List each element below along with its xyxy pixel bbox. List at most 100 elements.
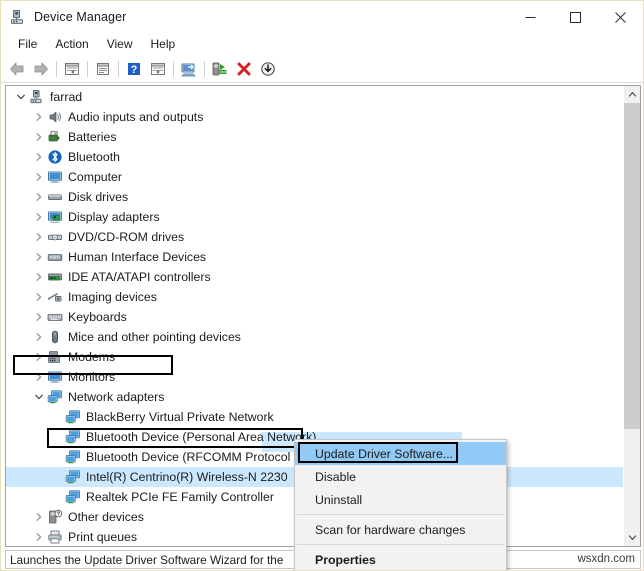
tree-row-label: Keyboards: [68, 310, 131, 324]
tree-row[interactable]: Modems: [6, 347, 623, 367]
chevron-right-icon[interactable]: [31, 329, 47, 345]
tree-row[interactable]: DVD/CD-ROM drives: [6, 227, 623, 247]
tree-row-label: Bluetooth: [68, 150, 124, 164]
chevron-right-icon[interactable]: [31, 209, 47, 225]
tree-row[interactable]: Network adapters: [6, 387, 623, 407]
show-hide-console-tree-icon[interactable]: [60, 58, 84, 80]
toolbar-separator-5: [204, 61, 205, 77]
vertical-scrollbar[interactable]: [623, 86, 640, 546]
tree-row-label: farrad: [50, 90, 86, 104]
maximize-button[interactable]: [553, 1, 598, 33]
tree-row[interactable]: Computer: [6, 167, 623, 187]
chevron-right-icon[interactable]: [31, 269, 47, 285]
battery-icon: [47, 129, 63, 145]
chevron-right-icon[interactable]: [31, 369, 47, 385]
unknown-device-icon: ?: [47, 509, 63, 525]
scan-hardware-changes-icon[interactable]: [177, 58, 201, 80]
update-driver-icon[interactable]: [208, 58, 232, 80]
tree-row[interactable]: Human Interface Devices: [6, 247, 623, 267]
toolbar: ?: [1, 56, 643, 83]
tree-row[interactable]: IDE ATA/ATAPI controllers: [6, 267, 623, 287]
title-bar: Device Manager: [1, 1, 643, 33]
tree-row-root[interactable]: farrad: [6, 87, 623, 107]
context-menu-separator: [297, 544, 504, 545]
close-button[interactable]: [598, 1, 643, 33]
chevron-right-icon[interactable]: [31, 529, 47, 545]
chevron-spacer-icon: [49, 469, 65, 485]
context-menu-item-label: Disable: [315, 470, 356, 484]
context-menu-item[interactable]: Disable: [295, 465, 506, 488]
tree-row[interactable]: Monitors: [6, 367, 623, 387]
chevron-down-icon[interactable]: [31, 389, 47, 405]
action-menu-icon[interactable]: [146, 58, 170, 80]
chevron-right-icon[interactable]: [31, 289, 47, 305]
context-menu-item[interactable]: Update Driver Software...: [295, 442, 506, 465]
tree-row[interactable]: Mice and other pointing devices: [6, 327, 623, 347]
display-adapter-icon: [47, 209, 63, 225]
chevron-right-icon[interactable]: [31, 229, 47, 245]
scroll-track[interactable]: [624, 103, 640, 529]
scroll-thumb[interactable]: [624, 103, 640, 429]
scroll-down-button[interactable]: [624, 529, 640, 546]
uninstall-device-icon[interactable]: [232, 58, 256, 80]
context-menu-item-label: Uninstall: [315, 493, 362, 507]
chevron-right-icon[interactable]: [31, 309, 47, 325]
tree-row[interactable]: Imaging devices: [6, 287, 623, 307]
back-icon[interactable]: [5, 58, 29, 80]
menu-bar: File Action View Help: [1, 33, 643, 56]
menu-help[interactable]: Help: [142, 35, 185, 54]
minimize-button[interactable]: [508, 1, 553, 33]
menu-file[interactable]: File: [9, 35, 46, 54]
tree-row-label: Modems: [68, 350, 119, 364]
tree-row-label: Bluetooth Device (RFCOMM Protocol TDI): [86, 450, 321, 464]
tree-row[interactable]: Batteries: [6, 127, 623, 147]
menu-action[interactable]: Action: [46, 35, 97, 54]
forward-icon[interactable]: [29, 58, 53, 80]
chevron-right-icon[interactable]: [31, 129, 47, 145]
chevron-down-icon[interactable]: [13, 89, 29, 105]
monitor-icon: [47, 369, 63, 385]
watermark: wsxdn.com: [577, 553, 635, 565]
bluetooth-icon: [47, 149, 63, 165]
monitor-icon: [47, 169, 63, 185]
chevron-right-icon[interactable]: [31, 169, 47, 185]
scroll-up-button[interactable]: [624, 86, 640, 103]
context-menu[interactable]: Update Driver Software... Disable Uninstal…: [294, 439, 507, 571]
chevron-right-icon[interactable]: [31, 109, 47, 125]
tree-row[interactable]: Display adapters: [6, 207, 623, 227]
network-adapter-icon: [65, 449, 81, 465]
help-icon[interactable]: ?: [122, 58, 146, 80]
network-adapter-icon: [65, 469, 81, 485]
chevron-right-icon[interactable]: [31, 249, 47, 265]
context-menu-item-label: Properties: [315, 553, 376, 567]
tree-row[interactable]: Bluetooth: [6, 147, 623, 167]
tree-row[interactable]: BlackBerry Virtual Private Network: [6, 407, 623, 427]
context-menu-item[interactable]: Uninstall: [295, 488, 506, 511]
chevron-spacer-icon: [49, 429, 65, 445]
computer-root-icon: [29, 89, 45, 105]
chevron-right-icon[interactable]: [31, 509, 47, 525]
tree-row[interactable]: Audio inputs and outputs: [6, 107, 623, 127]
chevron-right-icon[interactable]: [31, 349, 47, 365]
network-adapter-icon: [65, 489, 81, 505]
window-controls: [508, 1, 643, 33]
tree-row-label: Audio inputs and outputs: [68, 110, 207, 124]
chevron-spacer-icon: [49, 449, 65, 465]
context-menu-item[interactable]: Properties: [295, 548, 506, 571]
chevron-right-icon[interactable]: [31, 149, 47, 165]
context-menu-separator: [297, 514, 504, 515]
properties-icon[interactable]: [91, 58, 115, 80]
chevron-right-icon[interactable]: [31, 189, 47, 205]
tree-row-label: Display adapters: [68, 210, 164, 224]
tree-row-label: Mice and other pointing devices: [68, 330, 245, 344]
network-adapter-icon: [65, 409, 81, 425]
context-menu-item-label: Update Driver Software...: [315, 447, 453, 461]
menu-view[interactable]: View: [98, 35, 142, 54]
chevron-spacer-icon: [49, 489, 65, 505]
tree-row[interactable]: Keyboards: [6, 307, 623, 327]
context-menu-item[interactable]: Scan for hardware changes: [295, 518, 506, 541]
disk-drive-icon: [47, 189, 63, 205]
disable-device-icon[interactable]: [256, 58, 280, 80]
tree-row[interactable]: Disk drives: [6, 187, 623, 207]
toolbar-separator-1: [56, 61, 57, 77]
